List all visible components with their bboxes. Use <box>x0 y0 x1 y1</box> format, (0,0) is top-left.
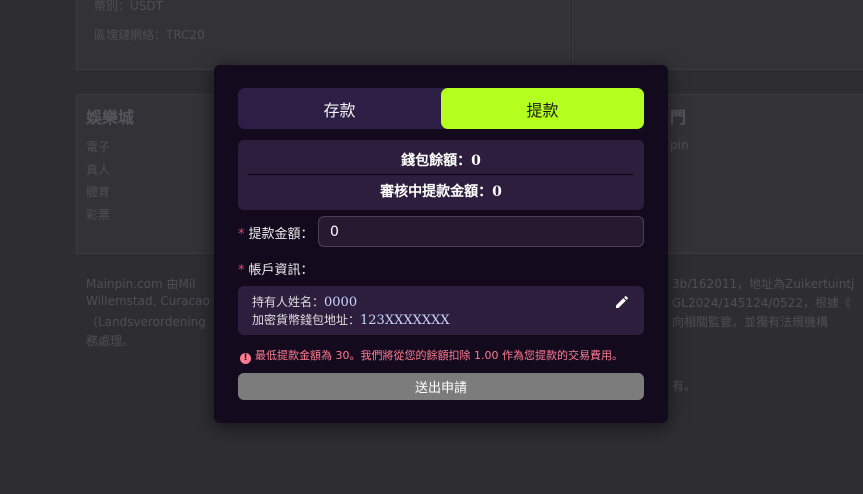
pencil-icon[interactable] <box>614 294 630 310</box>
withdraw-notice-text: 最低提款金額為 30。我們將從您的餘額扣除 1.00 作為您提款的交易費用。 <box>255 349 623 362</box>
bg-footer-left: 務處理。 <box>86 334 135 348</box>
amount-label: * 提款金額： <box>238 223 314 242</box>
holder-name-label: 持有人姓名： <box>252 295 325 309</box>
holder-name-row: 持有人姓名：0000 <box>252 293 357 310</box>
bg-casino-item: 真人 <box>86 163 111 177</box>
bg-footer-left: （Landsverordening <box>86 315 206 329</box>
tab-deposit[interactable]: 存款 <box>238 88 441 129</box>
account-info-label-text: 帳戶資訊： <box>248 263 314 278</box>
bg-footer-right: 3b/162011，地址為Zuikertuintj <box>672 277 855 291</box>
bg-casino-item: 體育 <box>86 185 111 199</box>
bg-right-item: pin <box>670 138 689 152</box>
bg-footer-right: 向相關監管。並獨有法規機構 <box>672 315 829 329</box>
holder-name-value: 0000 <box>324 295 358 310</box>
bg-casino-heading: 娛樂城 <box>86 108 135 127</box>
required-mark: * <box>238 263 245 278</box>
bg-right-top-card <box>572 0 863 70</box>
pending-withdrawal-amount: 審核中提款金額：0 <box>380 184 502 200</box>
amount-label-text: 提款金額： <box>248 227 314 242</box>
withdraw-notice: ! 最低提款金額為 30。我們將從您的餘額扣除 1.00 作為您提款的交易費用。 <box>240 347 623 364</box>
account-info-panel: 持有人姓名：0000 加密貨幣錢包地址：123XXXXXXX <box>238 286 644 335</box>
bg-footer-left: Willemstad, Curacao <box>86 294 210 308</box>
bg-casino-item: 電子 <box>86 140 111 154</box>
account-info-label: * 帳戶資訊： <box>238 259 314 278</box>
balance-panel: 錢包餘額：0 審核中提款金額：0 <box>238 140 644 210</box>
wallet-balance: 錢包餘額：0 <box>401 153 481 169</box>
deposit-withdraw-tabs: 存款 提款 <box>238 88 644 129</box>
tab-withdraw[interactable]: 提款 <box>441 88 644 129</box>
submit-withdraw-button[interactable]: 送出申請 <box>238 373 644 400</box>
withdraw-modal: 存款 提款 錢包餘額：0 審核中提款金額：0 *提款金額： *帳戶資訊： 持有人… <box>214 65 668 423</box>
withdraw-amount-input[interactable] <box>318 216 644 247</box>
required-mark: * <box>238 227 245 242</box>
bg-footer-right: GL2024/145124/0522，根據《 <box>672 296 851 310</box>
bg-right-heading: 門 <box>670 108 687 127</box>
info-circle-icon: ! <box>240 353 251 364</box>
bg-network-line: 區塊鏈網絡：TRC20 <box>94 28 205 42</box>
balance-divider <box>248 174 634 175</box>
bg-casino-item: 彩票 <box>86 208 111 222</box>
wallet-address-row: 加密貨幣錢包地址：123XXXXXXX <box>252 311 450 328</box>
bg-footer-right: 有。 <box>672 379 697 393</box>
wallet-address-label: 加密貨幣錢包地址： <box>252 313 361 327</box>
bg-currency-line: 幣別：USDT <box>94 0 163 13</box>
wallet-address-value: 123XXXXXXX <box>360 313 450 328</box>
bg-footer-left: Mainpin.com 由Mil <box>86 277 196 291</box>
